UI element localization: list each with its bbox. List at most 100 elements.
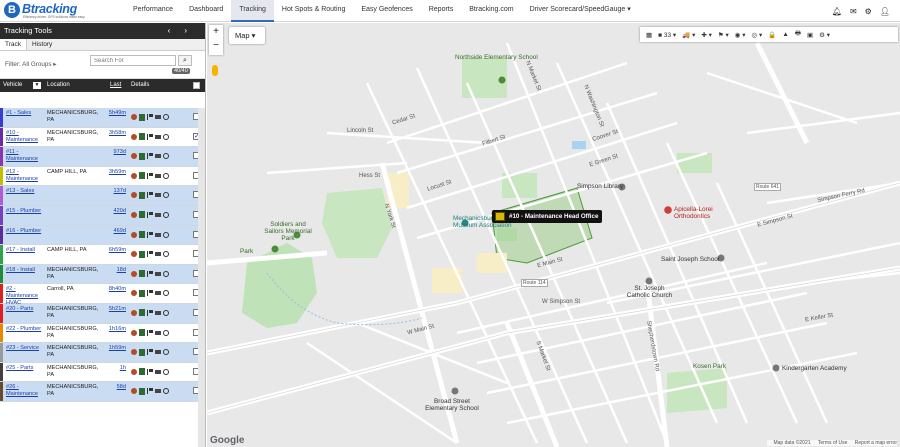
nav-item-6[interactable]: Btracking.com (461, 0, 521, 22)
status-ball-icon[interactable] (131, 329, 137, 336)
terms-link[interactable]: Terms of Use (818, 440, 847, 446)
vehicle-last-seen[interactable]: 5h49m (106, 110, 126, 116)
table-row[interactable]: #16 - Plumber 469d (0, 225, 205, 246)
map-tool-11-icon[interactable]: ⚙ ▾ (816, 31, 833, 39)
poi-kindergarten-academy[interactable]: Kindergarten Academy (782, 365, 847, 372)
table-row[interactable]: #20 - Parts MECHANICSBURG, PA 5h21m (0, 303, 205, 324)
vehicle-last-seen[interactable]: 18d (106, 267, 126, 273)
poi-st-joseph-church[interactable]: St. Joseph Catholic Church (622, 285, 677, 299)
message-icon[interactable] (155, 252, 161, 257)
report-doc-icon[interactable] (139, 152, 145, 160)
report-doc-icon[interactable] (139, 191, 145, 199)
bell-icon[interactable]: 🔔︎ (832, 7, 842, 16)
vehicle-name-link[interactable]: #26 - Maintenance (6, 384, 44, 398)
map-tool-9-icon[interactable]: 🖶 (792, 29, 804, 40)
table-row[interactable]: #17 - Install CAMP HILL, PA 6h59m (0, 245, 205, 265)
vehicle-last-seen[interactable]: 1h59m (106, 345, 126, 351)
gear-icon[interactable]: ⚙ (865, 7, 872, 16)
user-icon[interactable]: 👤︎ (880, 7, 890, 16)
signal-antenna-icon[interactable] (163, 388, 169, 395)
flag-icon[interactable] (147, 231, 153, 238)
table-row[interactable]: #12 - Maintenance CAMP HILL, PA 3h59m (0, 166, 205, 187)
signal-antenna-icon[interactable] (163, 368, 169, 375)
report-doc-icon[interactable] (139, 289, 145, 297)
flag-icon[interactable] (147, 368, 153, 375)
report-doc-icon[interactable] (139, 329, 145, 337)
vehicle-name-link[interactable]: #11 - Maintenance (6, 149, 44, 163)
report-doc-icon[interactable] (139, 211, 145, 219)
vehicle-last-seen[interactable]: 420d (106, 208, 126, 214)
table-row[interactable]: #11 - Maintenance 973d (0, 147, 205, 167)
status-ball-icon[interactable] (131, 388, 137, 395)
vehicle-last-seen[interactable]: 3h58m (106, 130, 126, 136)
poi-memorial-park[interactable]: Soldiers and Sailors Memorial Park (263, 221, 313, 242)
table-row[interactable]: #13 - Sales 137d (0, 186, 205, 206)
signal-antenna-icon[interactable] (163, 114, 169, 120)
message-icon[interactable] (155, 212, 161, 217)
table-row[interactable]: #10 - Maintenance MECHANICSBURG, PA 3h58m ✓ (0, 127, 205, 148)
nav-item-3[interactable]: Hot Spots & Routing (274, 0, 353, 22)
message-icon[interactable] (155, 232, 161, 237)
poi-saint-joseph-school[interactable]: Saint Joseph School (661, 256, 719, 263)
vehicle-name-link[interactable]: #13 - Sales (6, 188, 44, 195)
nav-item-2[interactable]: Tracking (231, 0, 274, 22)
vehicle-last-seen[interactable]: 469d (106, 228, 126, 234)
table-row[interactable]: #1 - Sales MECHANICSBURG, PA 5h49m (0, 108, 205, 128)
flag-icon[interactable] (147, 309, 153, 316)
signal-antenna-icon[interactable] (163, 133, 169, 140)
signal-antenna-icon[interactable] (163, 309, 169, 316)
vehicle-name-link[interactable]: #25 - Parts (6, 365, 44, 372)
vehicle-name-link[interactable]: #23 - Service (6, 345, 44, 352)
collapse-left-icon[interactable]: ‹ (168, 26, 185, 35)
select-all-checkbox[interactable] (193, 82, 200, 89)
table-row[interactable]: #18 - Install MECHANICSBURG, PA 18d (0, 264, 205, 285)
poi-northside-school[interactable]: Northside Elementary School (455, 54, 538, 61)
zoom-in-button[interactable]: + (209, 25, 223, 39)
status-ball-icon[interactable] (131, 192, 137, 199)
message-icon[interactable] (155, 291, 161, 296)
poi-simpson-library[interactable]: Simpson Library (577, 183, 623, 190)
search-input[interactable] (90, 55, 176, 66)
table-row[interactable]: #15 - Plumber 420d (0, 205, 205, 226)
report-doc-icon[interactable] (139, 368, 145, 376)
vehicle-name-link[interactable]: #15 - Plumber (6, 208, 44, 215)
vehicle-name-link[interactable]: #20 - Parts (6, 306, 44, 313)
table-row[interactable]: #25 - Parts MECHANICSBURG, PA 1h (0, 362, 205, 383)
status-ball-icon[interactable] (131, 290, 137, 297)
vehicle-last-seen[interactable]: 6h59m (106, 247, 126, 253)
tab-track[interactable]: Track (0, 39, 28, 50)
status-ball-icon[interactable] (131, 368, 137, 375)
map-view[interactable]: + − Map ▾ ▦ ■ 33 ▾ 🚚 ▾ ✚ ▾ ⚑ ▾ ◉ ▾ ◎ ▾ 🔒 ▲ 🖶 ▣ ⚙ ▾ … (207, 23, 900, 447)
signal-antenna-icon[interactable] (163, 290, 169, 297)
signal-antenna-icon[interactable] (163, 231, 169, 238)
tab-history[interactable]: History (27, 39, 57, 50)
zoom-out-button[interactable]: − (209, 39, 223, 53)
report-doc-icon[interactable] (139, 387, 145, 395)
vehicle-last-seen[interactable]: 5h21m (106, 306, 126, 312)
message-icon[interactable] (155, 271, 161, 276)
signal-antenna-icon[interactable] (163, 211, 169, 218)
report-doc-icon[interactable] (139, 113, 145, 121)
poi-kosen-park[interactable]: Kosen Park (693, 363, 726, 370)
message-icon[interactable] (155, 330, 161, 335)
flag-icon[interactable] (147, 211, 153, 218)
map-tool-10-icon[interactable]: ▣ (804, 31, 816, 39)
vehicle-name-link[interactable]: #16 - Plumber (6, 228, 44, 235)
message-icon[interactable] (155, 154, 161, 159)
nav-item-7[interactable]: Driver Scorecard/SpeedGauge ▾ (522, 0, 639, 22)
report-doc-icon[interactable] (139, 231, 145, 239)
col-last[interactable]: Last (110, 79, 121, 92)
flag-icon[interactable] (147, 172, 153, 179)
flag-icon[interactable] (147, 329, 153, 336)
flag-icon[interactable] (147, 153, 153, 160)
vehicle-name-link[interactable]: #1 - Sales (6, 110, 44, 117)
vehicle-last-seen[interactable]: 137d (106, 188, 126, 194)
flag-icon[interactable] (147, 192, 153, 199)
message-icon[interactable] (155, 193, 161, 198)
message-icon[interactable] (155, 389, 161, 394)
report-doc-icon[interactable] (139, 172, 145, 180)
map-tool-5-icon[interactable]: ◉ ▾ (732, 31, 749, 39)
poi-broad-street-school[interactable]: Broad Street Elementary School (422, 398, 482, 412)
signal-antenna-icon[interactable] (163, 329, 169, 336)
signal-antenna-icon[interactable] (163, 192, 169, 199)
